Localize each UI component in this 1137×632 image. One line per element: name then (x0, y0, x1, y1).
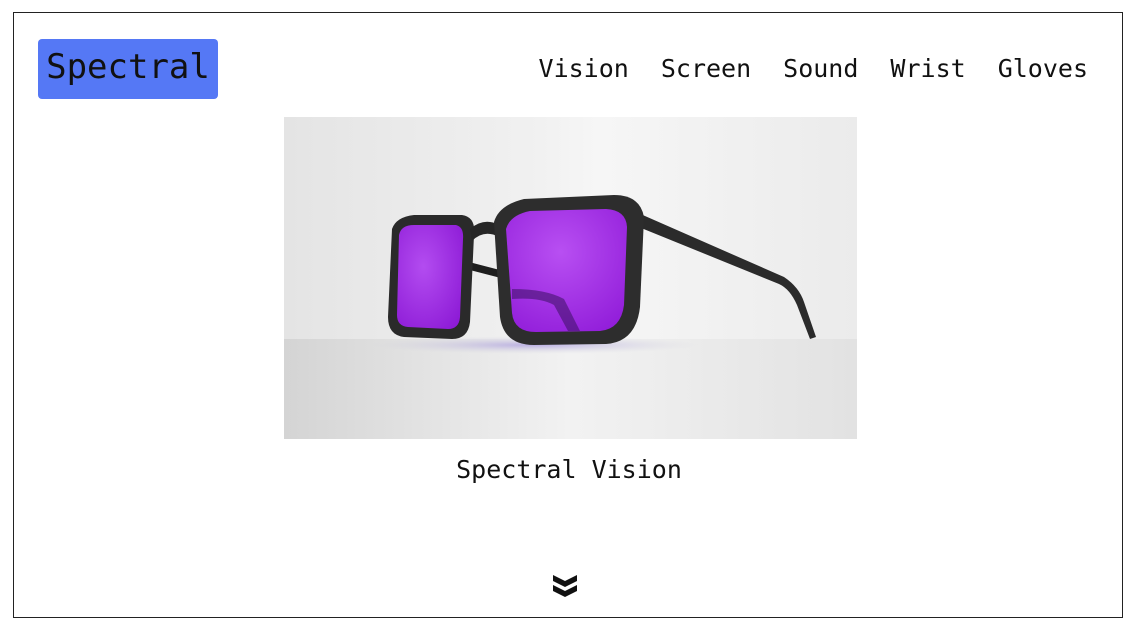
brand-logo[interactable]: Spectral (38, 39, 218, 99)
nav-item-vision[interactable]: Vision (539, 51, 629, 87)
page-frame: Spectral Vision Screen Sound Wrist Glove… (13, 12, 1123, 618)
nav-item-screen[interactable]: Screen (661, 51, 751, 87)
main-nav: Vision Screen Sound Wrist Gloves (507, 51, 1088, 87)
nav-item-gloves[interactable]: Gloves (998, 51, 1088, 87)
nav-item-wrist[interactable]: Wrist (890, 51, 965, 87)
product-hero-image (284, 117, 857, 439)
nav-item-sound[interactable]: Sound (783, 51, 858, 87)
double-chevron-down-icon[interactable] (551, 573, 579, 599)
product-title: Spectral Vision (456, 455, 682, 484)
sunglasses-image (284, 117, 857, 439)
